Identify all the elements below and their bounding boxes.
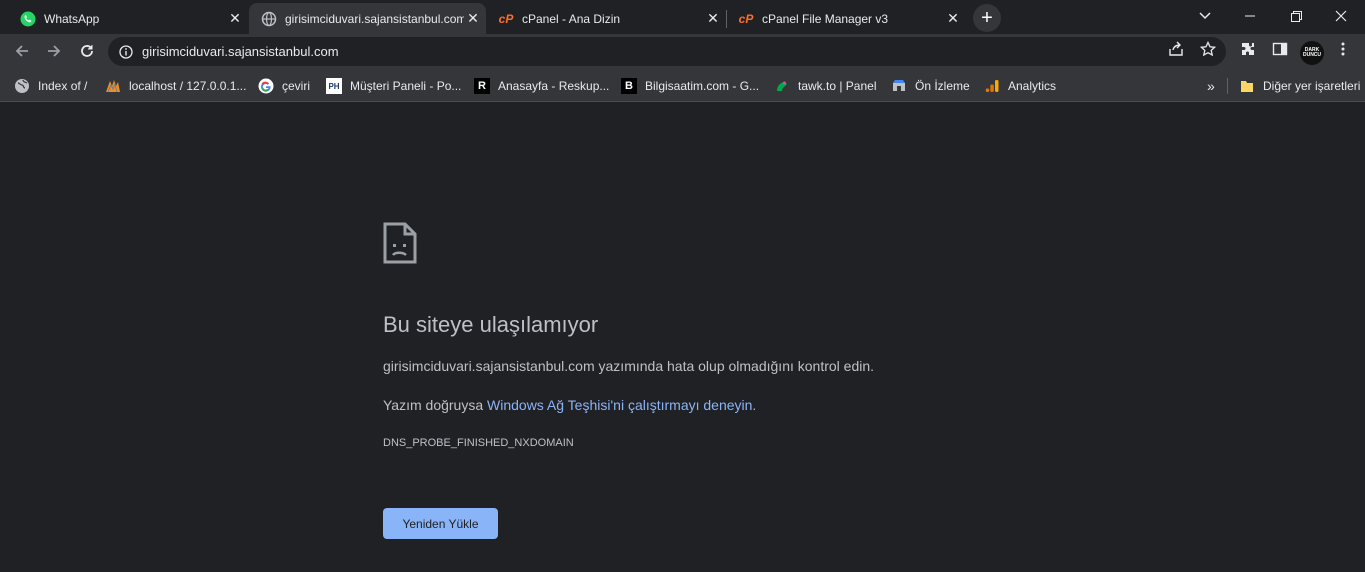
- bookmark-anasayfa-reskup[interactable]: R Anasayfa - Reskup...: [474, 76, 609, 96]
- folder-icon: [1239, 78, 1255, 94]
- minimize-button[interactable]: [1227, 0, 1273, 32]
- menu-kebab-icon[interactable]: [1334, 40, 1352, 58]
- analytics-icon: [984, 78, 1000, 94]
- other-bookmarks-folder[interactable]: Diğer yer işaretleri: [1239, 76, 1360, 96]
- toolbar: girisimciduvari.sajansistanbul.com DARK …: [0, 34, 1365, 70]
- bookmarks-bar: Index of / localhost / 127.0.0.1... çevi…: [0, 70, 1365, 102]
- sad-page-icon: [383, 222, 417, 264]
- bookmark-tawk[interactable]: tawk.to | Panel: [774, 76, 877, 96]
- bookmark-analytics[interactable]: Analytics: [984, 76, 1056, 96]
- restore-button[interactable]: [1273, 0, 1319, 32]
- info-icon[interactable]: [118, 44, 134, 60]
- extensions-puzzle-icon[interactable]: [1239, 40, 1257, 58]
- new-tab-button[interactable]: +: [973, 4, 1001, 32]
- cpanel-icon: cP: [738, 11, 754, 26]
- ph-icon: PH: [326, 78, 342, 94]
- close-icon[interactable]: ✕: [704, 10, 722, 28]
- tab-title: cPanel - Ana Dizin: [522, 11, 621, 26]
- b-icon: B: [621, 78, 637, 94]
- error-code: DNS_PROBE_FINISHED_NXDOMAIN: [383, 437, 574, 449]
- reload-button[interactable]: [72, 36, 102, 66]
- tab-cpanel-file-manager[interactable]: cP cPanel File Manager v3 ✕: [726, 3, 966, 34]
- tab-active-site[interactable]: girisimciduvari.sajansistanbul.com ✕: [249, 3, 486, 34]
- tab-title: cPanel File Manager v3: [762, 11, 889, 26]
- tab-title: girisimciduvari.sajansistanbul.com: [285, 11, 464, 26]
- bookmark-musteri-paneli[interactable]: PH Müşteri Paneli - Po...: [326, 76, 461, 96]
- page-content: Bu siteye ulaşılamıyor girisimciduvari.s…: [0, 103, 1365, 572]
- bookmark-ceviri[interactable]: çeviri: [258, 76, 310, 96]
- close-icon[interactable]: ✕: [226, 10, 244, 28]
- close-icon[interactable]: ✕: [944, 10, 962, 28]
- tab-title: WhatsApp: [44, 11, 100, 26]
- error-suggestion-spelling: girisimciduvari.sajansistanbul.com yazım…: [383, 358, 875, 374]
- tab-search-chevron-down-icon[interactable]: [1182, 0, 1228, 32]
- tab-whatsapp[interactable]: WhatsApp ✕: [8, 3, 248, 34]
- preview-icon: [891, 78, 907, 94]
- bookmark-localhost[interactable]: localhost / 127.0.0.1...: [105, 76, 246, 96]
- google-icon: [258, 78, 274, 94]
- back-button[interactable]: [7, 36, 37, 66]
- globe-icon: [261, 11, 277, 27]
- cpanel-icon: cP: [498, 11, 514, 26]
- address-bar[interactable]: girisimciduvari.sajansistanbul.com: [108, 37, 1226, 66]
- globe-icon: [14, 78, 30, 94]
- windows-diagnostics-link[interactable]: Windows Ağ Teşhisi'ni çalıştırmayı deney…: [487, 397, 756, 413]
- error-title: Bu siteye ulaşılamıyor: [383, 312, 599, 337]
- bookmark-on-izleme[interactable]: Ön İzleme: [891, 76, 970, 96]
- bookmark-index-of[interactable]: Index of /: [14, 76, 87, 96]
- url-text: girisimciduvari.sajansistanbul.com: [142, 44, 339, 59]
- bookmarks-divider: [1227, 78, 1228, 94]
- phpmyadmin-icon: [105, 78, 121, 94]
- whatsapp-icon: [20, 11, 36, 27]
- tawk-icon: [774, 78, 790, 94]
- r-icon: R: [474, 78, 490, 94]
- error-suggestion-diagnostics: Yazım doğruysa Windows Ağ Teşhisi'ni çal…: [383, 397, 757, 413]
- tab-cpanel-ana-dizin[interactable]: cP cPanel - Ana Dizin ✕: [486, 3, 726, 34]
- profile-avatar[interactable]: DARK DUNCU: [1300, 41, 1324, 65]
- share-icon[interactable]: [1167, 40, 1185, 58]
- side-panel-icon[interactable]: [1271, 40, 1289, 58]
- close-window-button[interactable]: [1318, 0, 1364, 32]
- reload-icon: [81, 45, 93, 57]
- tab-strip: WhatsApp ✕ girisimciduvari.sajansistanbu…: [0, 0, 1365, 34]
- close-icon[interactable]: ✕: [464, 10, 482, 28]
- bookmarks-overflow-button[interactable]: »: [1207, 76, 1215, 96]
- bookmark-bilgisaatim[interactable]: B Bilgisaatim.com - G...: [621, 76, 759, 96]
- reload-page-button[interactable]: Yeniden Yükle: [383, 508, 498, 539]
- forward-arrow-icon: [48, 45, 61, 57]
- back-arrow-icon: [15, 45, 28, 57]
- forward-button[interactable]: [39, 36, 69, 66]
- star-icon[interactable]: [1199, 40, 1217, 58]
